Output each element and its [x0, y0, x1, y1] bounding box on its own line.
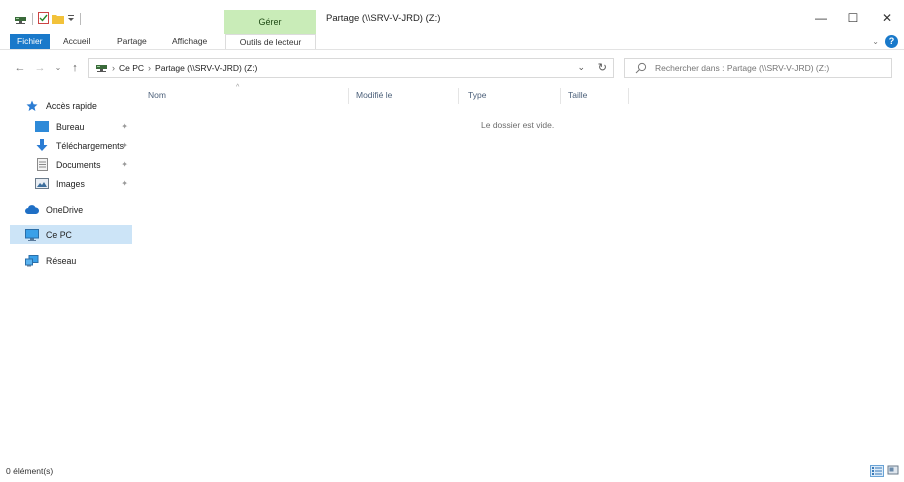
column-divider[interactable] — [560, 88, 561, 104]
column-header-type[interactable]: Type — [468, 90, 486, 100]
drive-location-icon — [95, 62, 108, 75]
address-dropdown-icon[interactable]: ⌄ — [577, 62, 585, 73]
nav-item-ce-pc[interactable]: Ce PC — [10, 225, 132, 244]
item-count: 0 élément(s) — [6, 466, 54, 476]
expand-ribbon-icon[interactable]: ⌄ — [872, 37, 879, 46]
tab-fichier[interactable]: Fichier — [10, 34, 50, 49]
nav-item-label: Documents — [56, 159, 101, 170]
download-arrow-icon — [34, 139, 50, 153]
large-icons-view-icon[interactable] — [887, 465, 901, 477]
cloud-icon — [24, 203, 40, 217]
column-header-nom[interactable]: Nom — [148, 90, 166, 100]
qat-separator — [32, 13, 33, 25]
nav-item-documents[interactable]: Documents ✦ — [10, 155, 132, 174]
empty-folder-message: Le dossier est vide. — [481, 120, 555, 130]
nav-item-label: Accès rapide — [46, 100, 97, 111]
tab-affichage[interactable]: Affichage — [166, 34, 213, 49]
pin-icon[interactable]: ✦ — [121, 160, 128, 169]
ribbon-tabs: Fichier Accueil Partage Affichage Outils… — [0, 34, 904, 50]
search-input[interactable] — [655, 63, 885, 73]
column-header-taille[interactable]: Taille — [568, 90, 587, 100]
nav-item-acces-rapide[interactable]: Accès rapide — [10, 96, 132, 115]
close-button[interactable]: ✕ — [872, 8, 902, 28]
pin-icon[interactable]: ✦ — [121, 122, 128, 131]
tab-accueil[interactable]: Accueil — [57, 34, 96, 49]
nav-item-images[interactable]: Images ✦ — [10, 174, 132, 193]
new-folder-icon[interactable] — [52, 13, 64, 26]
qat-customize-icon[interactable] — [67, 13, 75, 25]
pin-icon[interactable]: ✦ — [121, 141, 128, 150]
network-icon — [24, 254, 40, 268]
nav-item-telechargements[interactable]: Téléchargements ✦ — [10, 136, 132, 155]
pin-icon[interactable]: ✦ — [121, 179, 128, 188]
column-headers: ^ Nom Modifié le Type Taille — [140, 84, 900, 106]
nav-item-onedrive[interactable]: OneDrive — [10, 200, 132, 219]
column-divider[interactable] — [348, 88, 349, 104]
nav-item-label: OneDrive — [46, 204, 84, 215]
properties-icon[interactable] — [38, 12, 49, 26]
nav-item-label: Ce PC — [46, 229, 72, 240]
status-bar: 0 élément(s) — [0, 460, 904, 482]
sort-indicator-icon: ^ — [236, 84, 240, 91]
breadcrumb-partage[interactable]: Partage (\\SRV-V-JRD) (Z:) — [155, 63, 257, 73]
ribbon-right-controls: ⌄ ? — [872, 35, 898, 48]
tab-partage[interactable]: Partage — [111, 34, 153, 49]
recent-locations-button[interactable]: ⌄ — [50, 60, 66, 76]
nav-item-label: Images — [56, 178, 85, 189]
details-view-icon[interactable] — [870, 465, 884, 477]
nav-item-label: Téléchargements — [56, 140, 124, 151]
maximize-button[interactable]: ☐ — [838, 8, 868, 28]
search-icon — [635, 62, 647, 74]
back-button[interactable]: ← — [12, 60, 28, 76]
computer-icon — [24, 228, 40, 242]
nav-item-label: Réseau — [46, 255, 77, 266]
breadcrumb-separator: › — [112, 63, 115, 73]
column-header-modifie-le[interactable]: Modifié le — [356, 90, 392, 100]
minimize-button[interactable]: — — [806, 8, 836, 28]
nav-item-reseau[interactable]: Réseau — [10, 251, 132, 270]
images-folder-icon — [34, 177, 50, 191]
document-icon — [34, 158, 50, 172]
quick-access-toolbar — [14, 12, 83, 26]
qat-separator — [80, 13, 81, 25]
search-box[interactable] — [624, 58, 892, 78]
star-icon — [24, 99, 40, 113]
address-bar[interactable]: › Ce PC › Partage (\\SRV-V-JRD) (Z:) ⌄ ↻ — [88, 58, 614, 78]
help-icon[interactable]: ? — [885, 35, 898, 48]
navigation-bar: ← → ⌄ ↑ › Ce PC › Partage (\\SRV-V-JRD) … — [0, 55, 904, 81]
breadcrumb-separator: › — [148, 63, 152, 73]
desktop-folder-icon — [34, 120, 50, 134]
title-bar: Gérer Partage (\\SRV-V-JRD) (Z:) — ☐ ✕ — [0, 0, 904, 34]
window-title: Partage (\\SRV-V-JRD) (Z:) — [326, 13, 441, 24]
contextual-tab-gerer: Gérer — [224, 10, 316, 34]
breadcrumb-ce-pc[interactable]: Ce PC — [119, 63, 144, 73]
nav-item-label: Bureau — [56, 121, 85, 132]
column-divider[interactable] — [458, 88, 459, 104]
drive-icon[interactable] — [14, 13, 27, 26]
up-button[interactable]: ↑ — [67, 60, 83, 76]
column-divider[interactable] — [628, 88, 629, 104]
tab-outils-de-lecteur[interactable]: Outils de lecteur — [225, 34, 316, 49]
forward-button[interactable]: → — [32, 60, 48, 76]
nav-item-bureau[interactable]: Bureau ✦ — [10, 117, 132, 136]
navigation-pane: Accès rapide Bureau ✦ Téléchargements ✦ … — [0, 84, 140, 454]
refresh-icon[interactable]: ↻ — [598, 61, 607, 74]
